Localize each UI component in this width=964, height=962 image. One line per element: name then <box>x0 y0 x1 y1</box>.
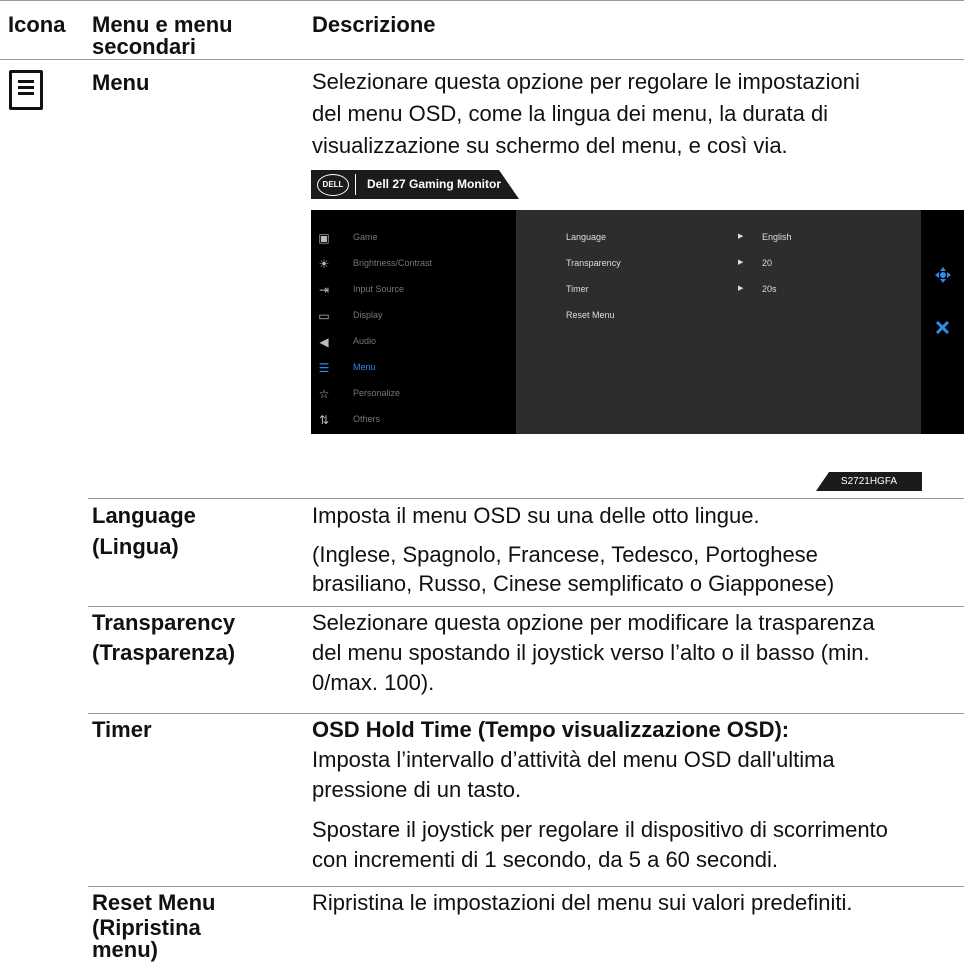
menu-icon: ☰ <box>318 361 330 375</box>
audio-icon: ◀ <box>319 335 329 349</box>
menu-row-name: Menu <box>92 70 150 95</box>
osd-setting-value: 20 <box>762 258 773 268</box>
osd-menu-item-label: Others <box>353 414 381 424</box>
osd-header: DELL Dell 27 Gaming Monitor <box>311 170 519 199</box>
osd-setting-value: English <box>762 232 792 242</box>
osd-setting-value: 20s <box>762 284 777 294</box>
osd-setting-label: Timer <box>566 284 589 294</box>
osd-setting-label: Language <box>566 232 607 242</box>
timer-desc1-line2: pressione di un tasto. <box>312 777 522 802</box>
dell-logo: DELL <box>317 174 349 196</box>
row-rule-reset <box>88 886 964 887</box>
chevron-right-icon: ▶ <box>738 259 744 266</box>
osd-menu-item-audio[interactable]: ◀ Audio <box>311 331 516 355</box>
transparency-name-line2: (Trasparenza) <box>92 640 236 665</box>
osd-menu-item-label: Input Source <box>353 284 405 294</box>
display-icon: ▭ <box>318 309 330 323</box>
row-rule-language <box>88 498 964 499</box>
table-top-rule <box>0 0 964 1</box>
joystick-icon[interactable] <box>935 267 951 283</box>
timer-desc2-line1: Spostare il joystick per regolare il dis… <box>312 817 888 842</box>
row-rule-transparency <box>88 606 964 607</box>
osd-title: Dell 27 Gaming Monitor <box>367 177 502 191</box>
osd-setting-timer[interactable]: Timer ▶ 20s <box>566 284 906 298</box>
osd-menu-item-personalize[interactable]: ☆ Personalize <box>311 383 516 407</box>
brightness-icon: ☀ <box>318 257 330 271</box>
osd-menu-item-menu[interactable]: ☰ Menu <box>311 357 516 381</box>
header-icon: Icona <box>8 12 66 37</box>
osd-menu-item-label: Personalize <box>353 388 401 398</box>
model-badge: S2721HGFA <box>816 472 922 491</box>
reset-name-line3: menu) <box>92 937 158 962</box>
reset-desc: Ripristina le impostazioni del menu sui … <box>312 890 853 915</box>
menu-list-icon <box>9 70 43 110</box>
header-description: Descrizione <box>312 12 436 37</box>
transparency-desc-line1: Selezionare questa opzione per modificar… <box>312 610 875 635</box>
transparency-desc-line2: del menu spostando il joystick verso l’a… <box>312 640 870 665</box>
chevron-right-icon: ▶ <box>738 285 744 292</box>
osd-menu-item-label: Brightness/Contrast <box>353 258 433 268</box>
osd-setting-reset-menu[interactable]: Reset Menu <box>566 310 906 324</box>
osd-side-bar <box>921 210 964 434</box>
row-rule-timer <box>88 713 964 714</box>
osd-menu-item-game[interactable]: ▣ Game <box>311 227 516 251</box>
osd-setting-transparency[interactable]: Transparency ▶ 20 <box>566 258 906 272</box>
osd-menu-item-others[interactable]: ⇅ Others <box>311 409 516 433</box>
language-name-line2: (Lingua) <box>92 534 179 559</box>
timer-name: Timer <box>92 717 152 742</box>
language-desc2-line1: (Inglese, Spagnolo, Francese, Tedesco, P… <box>312 542 818 567</box>
osd-setting-label: Transparency <box>566 258 621 268</box>
osd-menu-item-brightness[interactable]: ☀ Brightness/Contrast <box>311 253 516 277</box>
osd-menu-item-label: Game <box>353 232 378 242</box>
menu-row-desc-line1: Selezionare questa opzione per regolare … <box>312 69 860 94</box>
transparency-desc-line3: 0/max. 100). <box>312 670 435 695</box>
header-menu-line2: secondari <box>92 34 196 59</box>
others-icon: ⇅ <box>318 413 330 427</box>
game-icon: ▣ <box>318 231 330 245</box>
osd-header-divider <box>355 174 356 195</box>
osd-menu-item-label: Menu <box>353 362 376 372</box>
language-name-line1: Language <box>92 503 196 528</box>
chevron-right-icon: ▶ <box>738 233 744 240</box>
osd-menu-item-label: Display <box>353 310 383 320</box>
timer-heading: OSD Hold Time (Tempo visualizzazione OSD… <box>312 717 790 742</box>
input-source-icon: ⇥ <box>318 283 330 297</box>
osd-menu-item-display[interactable]: ▭ Display <box>311 305 516 329</box>
transparency-name-line1: Transparency <box>92 610 236 635</box>
osd-main-menu: ▣ Game ☀ Brightness/Contrast ⇥ Input Sou… <box>311 210 516 434</box>
close-icon[interactable] <box>936 321 949 334</box>
language-desc2-line2: brasiliano, Russo, Cinese semplificato o… <box>312 571 835 596</box>
osd-setting-language[interactable]: Language ▶ English <box>566 232 906 246</box>
star-icon: ☆ <box>318 387 330 401</box>
menu-row-desc-line3: visualizzazione su schermo del menu, e c… <box>312 133 788 158</box>
menu-row-desc-line2: del menu OSD, come la lingua dei menu, l… <box>312 101 829 126</box>
osd-menu-item-input-source[interactable]: ⇥ Input Source <box>311 279 516 303</box>
timer-desc1-line1: Imposta l’intervallo d’attività del menu… <box>312 747 835 772</box>
timer-desc2-line2: con incrementi di 1 secondo, da 5 a 60 s… <box>312 847 778 872</box>
language-desc: Imposta il menu OSD su una delle otto li… <box>312 503 760 528</box>
osd-menu-item-label: Audio <box>353 336 377 346</box>
osd-setting-label: Reset Menu <box>566 310 615 320</box>
